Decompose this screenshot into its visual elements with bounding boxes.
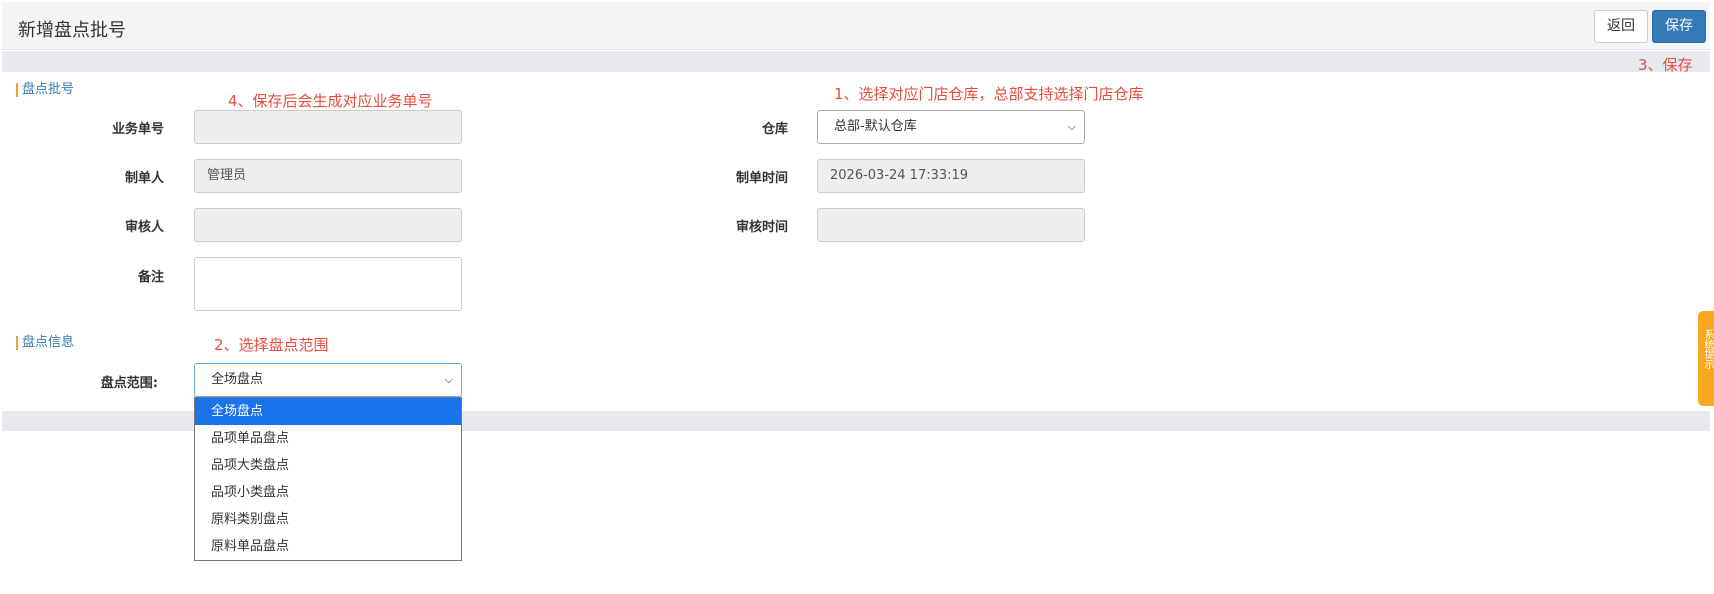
remark-label: 备注 [137,270,164,285]
page: 新增盘点批号 返回 保存 3、保存 盘点批号 4、保存后会生成对应业务单号 1、… [0,0,1714,594]
chevron-down-icon: ⌵ [444,373,453,386]
scope-dropdown-list: 全场盘点 品项单品盘点 品项大类盘点 品项小类盘点 原料类别盘点 原料单品盘点 [194,397,462,561]
chevron-down-icon: ⌵ [1067,120,1076,133]
scope-option[interactable]: 品项大类盘点 [195,452,461,479]
warehouse-select[interactable]: 总部-默认仓库 ⌵ [817,110,1085,144]
creator-label: 制单人 [124,171,164,186]
creator-input[interactable]: 管理员 [194,159,462,193]
note-scope: 2、选择盘点范围 [214,336,329,354]
page-title: 新增盘点批号 [18,20,126,41]
create-time-input[interactable]: 2026-03-24 17:33:19 [817,159,1085,193]
audit-time-label: 审核时间 [735,220,788,235]
remark-textarea[interactable] [194,257,462,311]
system-tip-tab[interactable]: 系统提示 [1698,311,1714,406]
note-warehouse: 1、选择对应门店仓库，总部支持选择门店仓库 [834,85,1144,103]
page-header: 新增盘点批号 返回 保存 [2,2,1710,50]
scope-option[interactable]: 原料单品盘点 [195,533,461,560]
order-no-label: 业务单号 [111,122,164,137]
scope-option[interactable]: 品项单品盘点 [195,425,461,452]
auditor-label: 审核人 [124,220,164,235]
section-title-batch: 盘点批号 [16,83,74,97]
scope-label: 盘点范围: [100,376,158,391]
order-no-input[interactable] [194,110,462,144]
create-time-label: 制单时间 [735,171,788,186]
scope-option[interactable]: 原料类别盘点 [195,506,461,533]
back-button[interactable]: 返回 [1594,10,1648,43]
scope-option[interactable]: 品项小类盘点 [195,479,461,506]
warehouse-select-value: 总部-默认仓库 [834,119,917,134]
note-order-no: 4、保存后会生成对应业务单号 [228,92,433,110]
scope-option[interactable]: 全场盘点 [195,398,461,425]
auditor-input[interactable] [194,208,462,242]
scope-select[interactable]: 全场盘点 ⌵ [194,363,462,397]
top-divider-strip [2,51,1710,72]
section-title-info: 盘点信息 [16,336,74,350]
scope-select-value: 全场盘点 [211,372,264,387]
save-button[interactable]: 保存 [1652,10,1706,43]
note-save: 3、保存 [1638,56,1693,74]
audit-time-input[interactable] [817,208,1085,242]
warehouse-label: 仓库 [761,122,788,137]
